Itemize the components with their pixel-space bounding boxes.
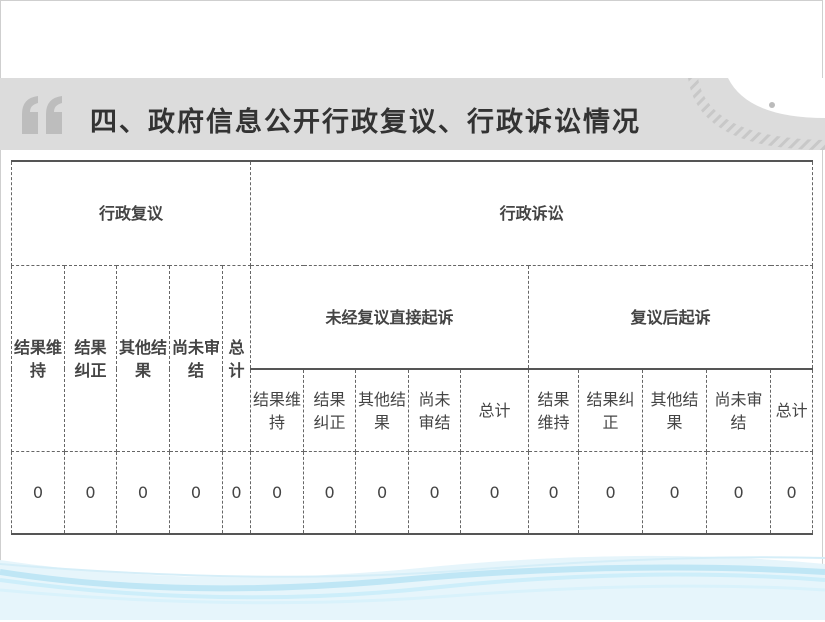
subgroup-direct-suit: 未经复议直接起诉 bbox=[250, 265, 530, 370]
value-cell: 0 bbox=[642, 451, 708, 535]
value-cell: 0 bbox=[116, 451, 170, 535]
value-cell: 0 bbox=[408, 451, 462, 535]
value-cell: 0 bbox=[221, 451, 252, 535]
review-col-corrected: 结果纠正 bbox=[64, 265, 117, 452]
table-row-values: 0 0 0 0 0 0 0 0 0 0 0 0 0 0 0 bbox=[11, 451, 814, 535]
value-cell: 0 bbox=[770, 451, 814, 535]
after-col-maintained: 结果维持 bbox=[528, 368, 580, 452]
value-cell: 0 bbox=[303, 451, 357, 535]
value-cell: 0 bbox=[250, 451, 305, 535]
corner-decoration bbox=[688, 78, 825, 150]
review-col-pending: 尚未审结 bbox=[169, 265, 223, 452]
value-cell: 0 bbox=[578, 451, 644, 535]
value-cell: 0 bbox=[64, 451, 117, 535]
subgroup-after-review: 复议后起诉 bbox=[528, 265, 814, 370]
header-row-groups: 行政复议 行政诉讼 bbox=[10, 160, 814, 266]
review-col-total: 总计 bbox=[221, 265, 252, 452]
value-cell: 0 bbox=[706, 451, 772, 535]
header-row-subgroups: 结果维持 结果纠正 其他结果 尚未审结 总计 未经复议直接起诉 复议后起诉 bbox=[11, 265, 814, 452]
direct-col-total: 总计 bbox=[460, 368, 530, 452]
after-col-pending: 尚未审结 bbox=[706, 368, 772, 452]
review-col-maintained: 结果维持 bbox=[11, 265, 65, 452]
review-litigation-table: 行政复议 行政诉讼 结果维持 结果纠正 其他结果 尚未审结 总计 未经复议直接起… bbox=[10, 160, 814, 535]
after-col-corrected: 结果纠正 bbox=[578, 368, 644, 452]
value-cell: 0 bbox=[460, 451, 530, 535]
group-admin-litigation: 行政诉讼 bbox=[250, 160, 814, 266]
value-cell: 0 bbox=[528, 451, 580, 535]
value-cell: 0 bbox=[169, 451, 223, 535]
wave-decoration bbox=[0, 555, 825, 620]
page-title: 四、政府信息公开行政复议、行政诉讼情况 bbox=[90, 107, 641, 138]
direct-col-corrected: 结果纠正 bbox=[303, 368, 357, 452]
group-admin-review: 行政复议 bbox=[10, 160, 252, 266]
direct-col-maintained: 结果维持 bbox=[250, 368, 305, 452]
after-col-total: 总计 bbox=[770, 368, 814, 452]
value-cell: 0 bbox=[11, 451, 65, 535]
after-col-other: 其他结果 bbox=[642, 368, 708, 452]
quote-icon bbox=[22, 96, 62, 134]
review-col-other: 其他结果 bbox=[116, 265, 170, 452]
direct-col-other: 其他结果 bbox=[355, 368, 410, 452]
value-cell: 0 bbox=[355, 451, 410, 535]
direct-col-pending: 尚未审结 bbox=[408, 368, 462, 452]
